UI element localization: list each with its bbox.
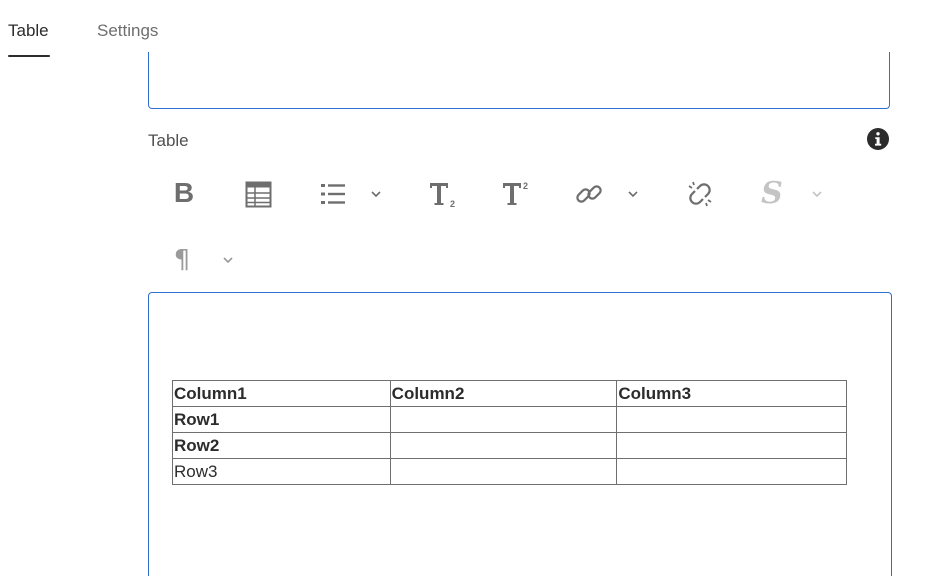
tab-settings[interactable]: Settings xyxy=(97,20,158,42)
svg-text:2: 2 xyxy=(450,199,455,209)
tab-bar: Table Settings xyxy=(0,0,949,60)
content-table: Column1 Column2 Column3 Row1 Row2 Row3 xyxy=(172,380,847,485)
paragraph-button[interactable]: ¶ xyxy=(168,243,196,277)
upper-text-field[interactable] xyxy=(148,52,890,109)
unlink-icon[interactable] xyxy=(686,180,714,208)
list-icon[interactable] xyxy=(320,182,346,206)
table-cell[interactable]: Row3 xyxy=(172,458,391,485)
table-row: Row1 xyxy=(172,406,847,433)
table-cell[interactable] xyxy=(616,406,847,433)
table-row: Row2 xyxy=(172,432,847,459)
link-icon[interactable] xyxy=(575,180,603,208)
table-cell[interactable]: Column1 xyxy=(172,380,391,407)
bold-button[interactable]: B xyxy=(168,176,200,210)
info-icon[interactable] xyxy=(866,127,890,151)
table-cell[interactable] xyxy=(389,406,618,433)
paragraph-chevron-down-icon[interactable] xyxy=(221,253,235,267)
list-chevron-down-icon[interactable] xyxy=(369,187,383,201)
table-cell[interactable]: Column3 xyxy=(616,380,847,407)
field-label: Table xyxy=(148,131,189,150)
table-cell[interactable]: Column2 xyxy=(389,380,618,407)
table-cell[interactable] xyxy=(389,458,618,485)
table-cell[interactable]: Row2 xyxy=(172,432,391,459)
table-icon[interactable] xyxy=(245,181,272,208)
active-tab-indicator xyxy=(8,55,50,57)
table-cell[interactable] xyxy=(389,432,618,459)
strikethrough-chevron-down-icon[interactable] xyxy=(810,187,824,201)
strikethrough-button[interactable]: S xyxy=(756,174,788,212)
table-row: Row3 xyxy=(172,458,847,485)
tab-table[interactable]: Table xyxy=(8,20,49,42)
link-chevron-down-icon[interactable] xyxy=(626,187,640,201)
superscript-icon[interactable]: 2 xyxy=(501,179,531,209)
table-cell[interactable]: Row1 xyxy=(172,406,391,433)
table-cell[interactable] xyxy=(616,458,847,485)
table-cell[interactable] xyxy=(616,432,847,459)
table-header-row: Column1 Column2 Column3 xyxy=(172,380,847,407)
subscript-icon[interactable]: 2 xyxy=(428,179,458,209)
svg-text:2: 2 xyxy=(523,181,528,191)
